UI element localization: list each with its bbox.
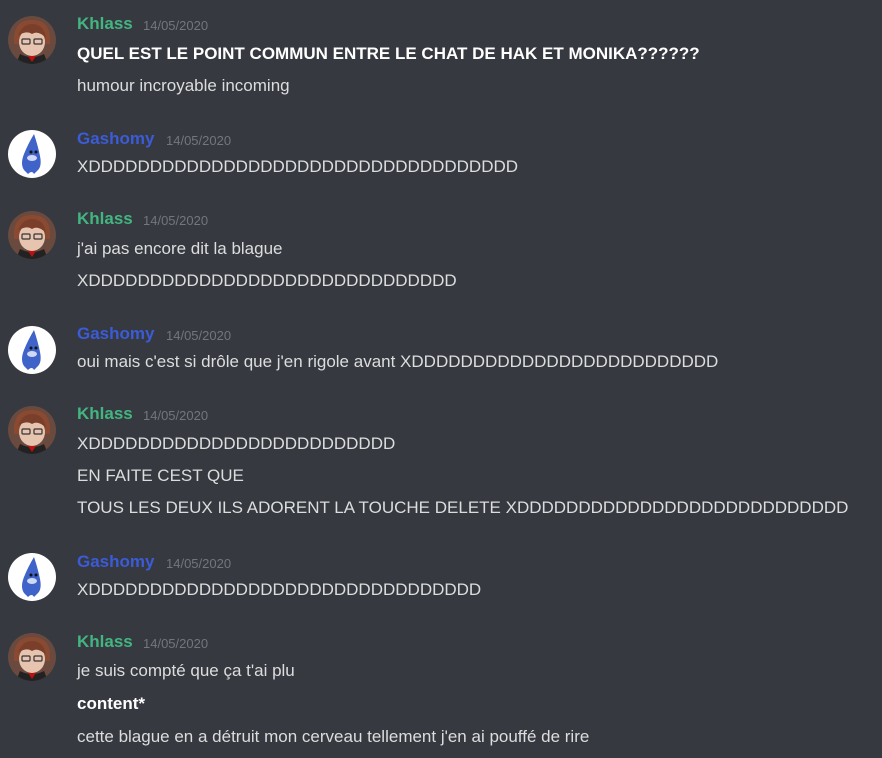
username[interactable]: Khlass xyxy=(77,209,133,229)
user-avatar[interactable] xyxy=(8,16,56,64)
message-text: TOUS LES DEUX ILS ADORENT LA TOUCHE DELE… xyxy=(77,498,849,517)
message-text: XDDDDDDDDDDDDDDDDDDDDDDDDDDDDDDDDDDD xyxy=(77,157,519,176)
message-text: XDDDDDDDDDDDDDDDDDDDDDDDDDDDDDD xyxy=(77,271,457,290)
message-text: humour incroyable incoming xyxy=(77,76,290,95)
username[interactable]: Khlass xyxy=(77,632,133,652)
khlass-avatar-icon xyxy=(8,633,56,681)
gashomy-avatar-icon xyxy=(8,130,56,178)
timestamp: 14/05/2020 xyxy=(143,213,209,228)
message-text: j'ai pas encore dit la blague xyxy=(77,239,283,258)
user-avatar[interactable] xyxy=(8,211,56,259)
timestamp: 14/05/2020 xyxy=(166,328,232,343)
username[interactable]: Gashomy xyxy=(77,552,154,572)
username[interactable]: Khlass xyxy=(77,14,133,34)
khlass-avatar-icon xyxy=(8,16,56,64)
khlass-avatar-icon xyxy=(8,211,56,259)
timestamp: 14/05/2020 xyxy=(143,18,209,33)
timestamp: 14/05/2020 xyxy=(143,408,209,423)
message-text: oui mais c'est si drôle que j'en rigole … xyxy=(77,352,719,371)
khlass-avatar-icon xyxy=(8,406,56,454)
user-avatar[interactable] xyxy=(8,130,56,178)
message-text: QUEL EST LE POINT COMMUN ENTRE LE CHAT D… xyxy=(77,44,700,63)
message-text: je suis compté que ça t'ai plu xyxy=(77,661,295,680)
user-avatar[interactable] xyxy=(8,553,56,601)
message-text: cette blague en a détruit mon cerveau te… xyxy=(77,727,590,746)
username[interactable]: Gashomy xyxy=(77,129,154,149)
timestamp: 14/05/2020 xyxy=(143,636,209,651)
gashomy-avatar-icon xyxy=(8,326,56,374)
user-avatar[interactable] xyxy=(8,326,56,374)
user-avatar[interactable] xyxy=(8,633,56,681)
timestamp: 14/05/2020 xyxy=(166,133,232,148)
message-text: content* xyxy=(77,694,145,713)
gashomy-avatar-icon xyxy=(8,553,56,601)
user-avatar[interactable] xyxy=(8,406,56,454)
message-text: EN FAITE CEST QUE xyxy=(77,466,244,485)
username[interactable]: Khlass xyxy=(77,404,133,424)
message-text: XDDDDDDDDDDDDDDDDDDDDDDDDD xyxy=(77,434,396,453)
timestamp: 14/05/2020 xyxy=(166,556,232,571)
message-text: XDDDDDDDDDDDDDDDDDDDDDDDDDDDDDDDD xyxy=(77,580,482,599)
username[interactable]: Gashomy xyxy=(77,324,154,344)
